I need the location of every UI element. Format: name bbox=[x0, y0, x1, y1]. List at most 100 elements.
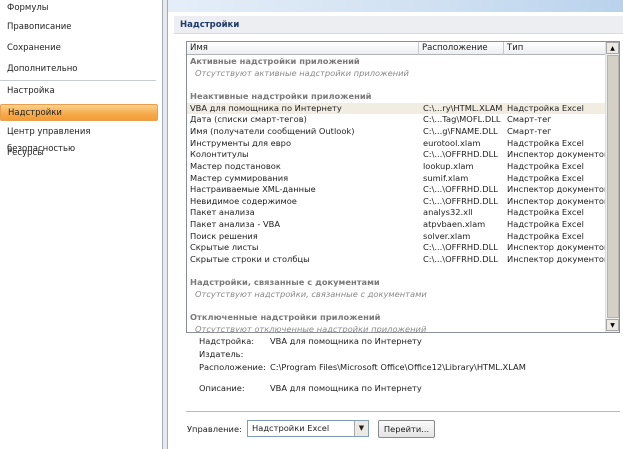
cell-name: VBA для помощника по Интернету bbox=[190, 102, 342, 113]
empty-row: Отсутствуют надстройки, связанные с доку… bbox=[187, 289, 605, 301]
detail-addin-label: Надстройка: bbox=[199, 336, 255, 346]
detail-location-label: Расположение: bbox=[199, 362, 266, 372]
cell-location: C:\...g\FNAME.DLL bbox=[423, 125, 498, 136]
table-row[interactable]: Имя (получатели сообщений Outlook) C:\...… bbox=[187, 126, 605, 138]
detail-description-label: Описание: bbox=[199, 383, 245, 393]
options-sidebar: Формулы Правописание Сохранение Дополнитель… bbox=[0, 0, 162, 449]
scroll-down-icon[interactable]: ▼ bbox=[606, 319, 619, 331]
table-row[interactable]: Скрытые листы C:\...\OFFRHD.DLL Инспектор … bbox=[187, 242, 609, 254]
sidebar-item[interactable]: Правописание bbox=[0, 19, 158, 36]
cell-name: Пакет анализа bbox=[190, 207, 255, 218]
sidebar-item[interactable]: Формулы bbox=[0, 0, 158, 17]
cell-type: Надстройка Excel bbox=[507, 230, 584, 241]
cell-location: C:\...Tag\MOFL.DLL bbox=[423, 114, 501, 125]
go-button[interactable]: Перейти... bbox=[378, 420, 435, 438]
cell-location: C:\...\OFFRHD.DLL bbox=[423, 242, 498, 253]
table-row[interactable]: Пакет анализа analys32.xll Надстройка Exce… bbox=[187, 207, 605, 219]
empty-text: Отсутствуют надстройки, связанные с доку… bbox=[195, 289, 427, 299]
cell-location: C:\...\OFFRHD.DLL bbox=[423, 195, 498, 206]
manage-label: Управление: bbox=[187, 424, 242, 434]
table-row[interactable]: Настраиваемые XML-данные C:\...\OFFRHD.DL… bbox=[187, 184, 609, 196]
scroll-up-icon[interactable]: ▲ bbox=[606, 42, 619, 54]
title-gradient-bar bbox=[168, 0, 623, 12]
sidebar-item[interactable]: Дополнительно bbox=[0, 61, 158, 78]
group-title: Неактивные надстройки приложений bbox=[190, 90, 372, 101]
cell-location: C:\...\OFFRHD.DLL bbox=[423, 184, 498, 195]
cell-name: Скрытые строки и столбцы bbox=[190, 254, 310, 265]
sidebar-divider bbox=[162, 0, 168, 449]
table-row[interactable]: Скрытые строки и столбцы C:\...\OFFRHD.DL… bbox=[187, 254, 609, 266]
cell-type: Инспектор документов bbox=[507, 149, 609, 160]
table-row[interactable]: Дата (списки смарт-тегов) C:\...Tag\MOFL.… bbox=[187, 114, 605, 126]
group-header: Активные надстройки приложений bbox=[187, 56, 605, 68]
table-row[interactable]: Поиск решения solver.xlam Надстройка Excel bbox=[187, 231, 605, 243]
group-header: Отключенные надстройки приложений bbox=[187, 312, 605, 324]
group-header: Надстройки, связанные с документами bbox=[187, 277, 605, 289]
cell-type: Инспектор документов bbox=[507, 242, 609, 253]
table-row[interactable]: Мастер подстановок lookup.xlam Надстройка … bbox=[187, 161, 605, 173]
cell-location: solver.xlam bbox=[423, 230, 471, 241]
cell-type: Надстройка Excel bbox=[507, 219, 584, 230]
cell-name: Мастер подстановок bbox=[190, 160, 281, 171]
chevron-down-icon[interactable]: ▼ bbox=[354, 421, 368, 436]
group-title: Активные надстройки приложений bbox=[190, 56, 360, 66]
detail-publisher-label: Издатель: bbox=[199, 349, 244, 359]
cell-name: Пакет анализа - VBA bbox=[190, 219, 281, 230]
cell-type: Инспектор документов bbox=[507, 254, 609, 265]
separator bbox=[186, 411, 620, 412]
detail-description-value: VBA для помощника по Интернету bbox=[270, 383, 422, 393]
cell-name: Невидимое содержимое bbox=[190, 195, 297, 206]
empty-text: Отсутствуют активные надстройки приложен… bbox=[195, 67, 409, 78]
column-header-type[interactable]: Тип bbox=[504, 42, 605, 55]
scrollbar-thumb[interactable] bbox=[607, 55, 619, 318]
sidebar-item[interactable]: Центр управления безопасностью bbox=[0, 124, 158, 154]
group-title: Отключенные надстройки приложений bbox=[190, 312, 381, 323]
cell-name: Колонтитулы bbox=[190, 149, 249, 160]
cell-name: Имя (получатели сообщений Outlook) bbox=[190, 125, 355, 136]
cell-type: Смарт-тег bbox=[507, 114, 552, 125]
sidebar-item[interactable]: Надстройки bbox=[0, 104, 158, 121]
cell-location: lookup.xlam bbox=[423, 160, 474, 171]
sidebar-item[interactable]: Сохранение bbox=[0, 40, 158, 57]
cell-type: Смарт-тег bbox=[507, 125, 552, 136]
cell-name: Скрытые листы bbox=[190, 242, 259, 253]
cell-location: atpvbaen.xlam bbox=[423, 219, 486, 230]
manage-select-value: Надстройки Excel bbox=[252, 423, 330, 433]
group-title: Надстройки, связанные с документами bbox=[190, 277, 380, 288]
table-row[interactable]: VBA для помощника по Интернету C:\...ry\H… bbox=[187, 102, 605, 115]
list-scrollbar[interactable]: ▲ ▼ bbox=[605, 42, 619, 332]
cell-type: Инспектор документов bbox=[507, 184, 609, 195]
list-header: Имя Расположение Тип bbox=[187, 42, 605, 55]
manage-select[interactable]: Надстройки Excel ▼ bbox=[247, 420, 369, 437]
group-header: Неактивные надстройки приложений bbox=[187, 91, 605, 103]
empty-row: Отсутствуют отключенные надстройки прило… bbox=[187, 323, 605, 333]
cell-type: Надстройка Excel bbox=[507, 102, 584, 113]
empty-text: Отсутствуют отключенные надстройки прило… bbox=[195, 323, 427, 333]
section-title: Надстройки bbox=[174, 16, 623, 34]
cell-location: analys32.xll bbox=[423, 207, 473, 218]
table-row[interactable]: Пакет анализа - VBA atpvbaen.xlam Надстрой… bbox=[187, 219, 605, 231]
cell-location: C:\...\OFFRHD.DLL bbox=[423, 254, 498, 265]
addins-list[interactable]: Имя Расположение Тип Активные надстройки… bbox=[186, 41, 620, 333]
cell-type: Надстройка Excel bbox=[507, 137, 584, 148]
cell-type: Надстройка Excel bbox=[507, 207, 584, 218]
table-row[interactable]: Невидимое содержимое C:\...\OFFRHD.DLL Инс… bbox=[187, 195, 609, 208]
table-row[interactable]: Мастер суммирования sumif.xlam Надстройка … bbox=[187, 173, 605, 185]
cell-name: Поиск решения bbox=[190, 230, 258, 241]
cell-location: C:\...\OFFRHD.DLL bbox=[423, 149, 498, 160]
empty-row: Отсутствуют активные надстройки приложен… bbox=[187, 68, 605, 80]
cell-location: C:\...ry\HTML.XLAM bbox=[423, 102, 503, 113]
cell-type: Надстройка Excel bbox=[507, 160, 584, 171]
table-row[interactable]: Инструменты для евро eurotool.xlam Надстро… bbox=[187, 138, 605, 150]
sidebar-item[interactable]: Ресурсы bbox=[0, 145, 158, 162]
table-row[interactable]: Колонтитулы C:\...\OFFRHD.DLL Инспектор до… bbox=[187, 149, 609, 161]
sidebar-separator bbox=[0, 80, 156, 81]
cell-name: Дата (списки смарт-тегов) bbox=[190, 114, 307, 125]
detail-addin-value: VBA для помощника по Интернету bbox=[270, 336, 422, 346]
column-header-location[interactable]: Расположение bbox=[419, 42, 504, 55]
cell-name: Инструменты для евро bbox=[190, 137, 292, 148]
cell-type: Инспектор документов bbox=[507, 195, 609, 206]
sidebar-item[interactable]: Настройка bbox=[0, 83, 158, 100]
column-header-name[interactable]: Имя bbox=[187, 42, 419, 55]
cell-location: eurotool.xlam bbox=[423, 137, 481, 148]
